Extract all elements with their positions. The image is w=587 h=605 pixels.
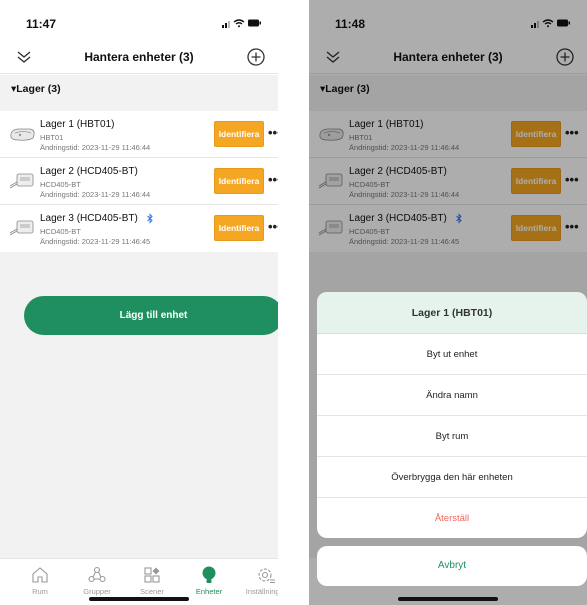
tab-label: Inställningar xyxy=(245,587,278,596)
device-model: HCD405-BT xyxy=(40,180,81,189)
action-sheet-title: Lager 1 (HBT01) xyxy=(317,292,587,334)
device-model: HCD405-BT xyxy=(40,227,81,236)
status-bar: 11:47 xyxy=(0,0,278,40)
device-name: Lager 1 (HBT01) xyxy=(40,119,115,130)
cancel-button[interactable]: Avbryt xyxy=(317,546,587,586)
device-row[interactable]: Lager 2 (HCD405-BT) HCD405-BT Ändringsti… xyxy=(0,158,278,205)
tab-label: Rum xyxy=(32,587,48,596)
home-indicator xyxy=(398,597,498,601)
tab-groups[interactable]: Grupper xyxy=(69,565,125,596)
action-sheet: Lager 1 (HBT01) Byt ut enhet Ändra namn … xyxy=(317,292,587,538)
more-options-button[interactable]: ••• xyxy=(268,172,278,187)
controller-device-icon xyxy=(9,173,34,189)
action-replace-device[interactable]: Byt ut enhet xyxy=(317,334,587,375)
device-row[interactable]: Lager 1 (HBT01) HBT01 Ändringstid: 2023-… xyxy=(0,111,278,158)
tab-bar: Rum Grupper Scener Enheter Inställning xyxy=(0,558,278,605)
group-header-lager[interactable]: ▾Lager (3) xyxy=(11,83,61,95)
device-modified-time: Ändringstid: 2023-11-29 11:46:44 xyxy=(40,190,151,199)
action-rename[interactable]: Ändra namn xyxy=(317,375,587,416)
wifi-icon xyxy=(233,19,245,28)
bulb-icon xyxy=(202,566,216,583)
device-name: Lager 3 (HCD405-BT) xyxy=(40,213,138,224)
settings-icon xyxy=(258,568,275,583)
bluetooth-icon xyxy=(147,213,153,224)
hub-device-icon xyxy=(10,128,35,141)
device-model: HBT01 xyxy=(40,133,64,142)
more-options-button[interactable]: ••• xyxy=(268,125,278,140)
groups-icon xyxy=(88,566,106,583)
screen-device-actions: 11:48 Hantera enheter (3) ▾Lager (3) Lag… xyxy=(309,0,587,605)
status-time: 11:47 xyxy=(26,17,57,31)
controller-device-icon xyxy=(9,220,34,236)
nav-bar: Hantera enheter (3) xyxy=(0,40,278,74)
device-modified-time: Ändringstid: 2023-11-29 11:46:44 xyxy=(40,143,151,152)
tab-label: Enheter xyxy=(195,587,223,596)
device-list-area: ▾Lager (3) Lager 1 (HBT01) HBT01 Ändring… xyxy=(0,75,278,558)
tab-scenes[interactable]: Scener xyxy=(124,565,180,596)
page-title: Hantera enheter (3) xyxy=(84,50,194,64)
tab-devices[interactable]: Enheter xyxy=(181,565,237,596)
device-name: Lager 2 (HCD405-BT) xyxy=(40,166,138,177)
device-modified-time: Ändringstid: 2023-11-29 11:46:45 xyxy=(40,237,151,246)
scenes-icon xyxy=(144,567,160,583)
tab-rooms[interactable]: Rum xyxy=(12,565,68,596)
action-change-room[interactable]: Byt rum xyxy=(317,416,587,457)
identify-button[interactable]: Identifiera xyxy=(214,215,264,241)
tab-settings[interactable]: Inställningar xyxy=(238,565,278,596)
signal-icon xyxy=(222,21,230,28)
home-indicator xyxy=(89,597,189,601)
more-options-button[interactable]: ••• xyxy=(268,219,278,234)
action-bridge-device[interactable]: Överbrygga den här enheten xyxy=(317,457,587,498)
identify-button[interactable]: Identifiera xyxy=(214,168,264,194)
home-icon xyxy=(32,567,48,583)
screen-manage-devices: 11:47 Hantera enheter (3) ▾Lager (3) Lag… xyxy=(0,0,278,605)
tab-label: Grupper xyxy=(83,587,111,596)
action-reset[interactable]: Återställ xyxy=(317,498,587,538)
add-circle-icon[interactable] xyxy=(246,47,266,67)
device-row[interactable]: Lager 3 (HCD405-BT) HCD405-BT Ändringsti… xyxy=(0,205,278,252)
add-device-button[interactable]: Lägg till enhet xyxy=(24,296,278,335)
identify-button[interactable]: Identifiera xyxy=(214,121,264,147)
status-icons xyxy=(222,15,262,33)
battery-icon xyxy=(248,19,261,27)
device-list: Lager 1 (HBT01) HBT01 Ändringstid: 2023-… xyxy=(0,111,278,252)
tab-label: Scener xyxy=(140,587,164,596)
